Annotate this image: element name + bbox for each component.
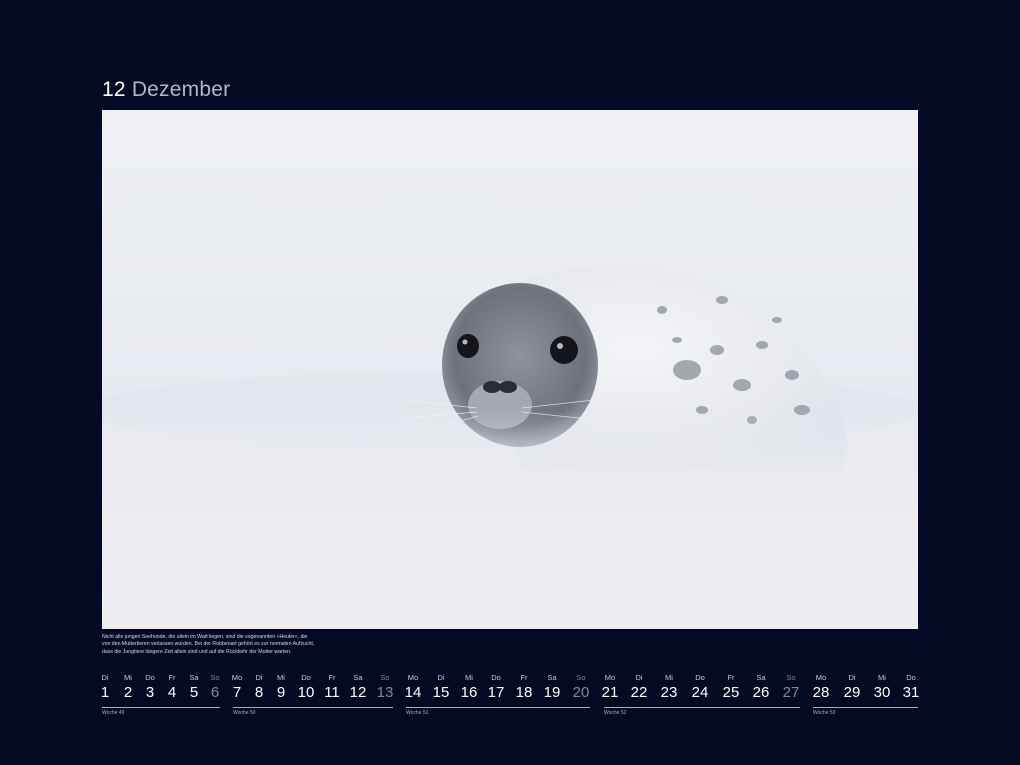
week-divider — [233, 707, 393, 708]
week-label: Woche 50 — [233, 710, 256, 716]
calendar-day: Mi 16 — [460, 673, 478, 701]
calendar-day: Di 29 — [843, 673, 861, 701]
calendar-day: Sa 19 — [543, 673, 561, 701]
calendar-day: Di 15 — [432, 673, 450, 701]
week-divider — [604, 707, 800, 708]
calendar-day: Mo 21 — [601, 673, 619, 701]
calendar-day: Di 1 — [100, 673, 110, 701]
calendar-day: Sa 26 — [752, 673, 770, 701]
calendar-day: Mo 28 — [812, 673, 830, 701]
calendar-day: Fr 25 — [722, 673, 740, 701]
calendar-day: Fr 11 — [324, 673, 340, 701]
calendar-day: Di 8 — [254, 673, 264, 701]
calendar-day: Di 22 — [630, 673, 648, 701]
week-label: Woche 51 — [406, 710, 429, 716]
calendar-day: Mi 9 — [276, 673, 286, 701]
caption-line: Nicht alle jungen Seehunde, die allein i… — [102, 634, 308, 640]
calendar-day-sunday: So 6 — [210, 673, 220, 701]
week-divider — [102, 707, 220, 708]
calendar-day: Fr 4 — [167, 673, 177, 701]
calendar-day: Sa 12 — [349, 673, 367, 701]
month-number: 12 — [102, 78, 126, 101]
calendar-day: Mo 14 — [404, 673, 422, 701]
calendar-day-sunday: So 13 — [376, 673, 394, 701]
calendar-day: Mi 30 — [873, 673, 891, 701]
calendar-day: Mi 23 — [660, 673, 678, 701]
photo-caption: Nicht alle jungen Seehunde, die allein i… — [102, 634, 362, 656]
week-divider — [813, 707, 918, 708]
calendar-day: Do 3 — [145, 673, 155, 701]
calendar-strip: Di 1 Mi 2 Do 3 Fr 4 Sa 5 So 6 Woche 49 Mo 7 Di 8… — [0, 672, 1020, 722]
calendar-day-sunday: So 27 — [782, 673, 800, 701]
calendar-day: Do 31 — [902, 673, 920, 701]
calendar-day-sunday: So 20 — [572, 673, 590, 701]
calendar-day: Do 17 — [487, 673, 505, 701]
calendar-day: Mo 7 — [231, 673, 243, 701]
week-label: Woche 49 — [102, 710, 125, 716]
month-name: Dezember — [131, 78, 231, 101]
calendar-day: Do 10 — [297, 673, 315, 701]
caption-line: dass die Jungtiere längere Zeit allein s… — [102, 648, 292, 655]
caption-line: von den Muttertieren verlassen wurden. B… — [102, 641, 315, 648]
calendar-day: Mi 2 — [123, 673, 133, 701]
week-divider — [406, 707, 590, 708]
month-title: 12 Dezember — [102, 78, 230, 102]
calendar-day: Do 24 — [691, 673, 709, 701]
week-label: Woche 53 — [813, 710, 836, 716]
seal-pup-photo — [102, 110, 918, 629]
calendar-day: Fr 18 — [515, 673, 533, 701]
week-label: Woche 52 — [604, 710, 627, 716]
